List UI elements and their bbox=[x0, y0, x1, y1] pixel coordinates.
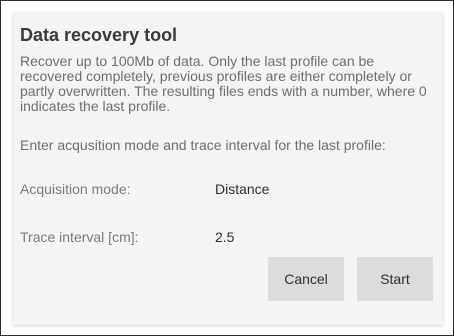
trace-interval-label: Trace interval [cm]: bbox=[20, 229, 139, 245]
acquisition-mode-label: Acquisition mode: bbox=[20, 181, 131, 197]
dialog-description: Recover up to 100Mb of data. Only the la… bbox=[20, 53, 427, 114]
dialog-instruction: Enter acqusition mode and trace interval… bbox=[20, 137, 386, 153]
dialog-title: Data recovery tool bbox=[20, 25, 178, 45]
trace-interval-value[interactable]: 2.5 bbox=[215, 229, 234, 245]
acquisition-mode-value[interactable]: Distance bbox=[215, 181, 269, 197]
cancel-button[interactable]: Cancel bbox=[268, 257, 344, 301]
start-button[interactable]: Start bbox=[357, 257, 433, 301]
